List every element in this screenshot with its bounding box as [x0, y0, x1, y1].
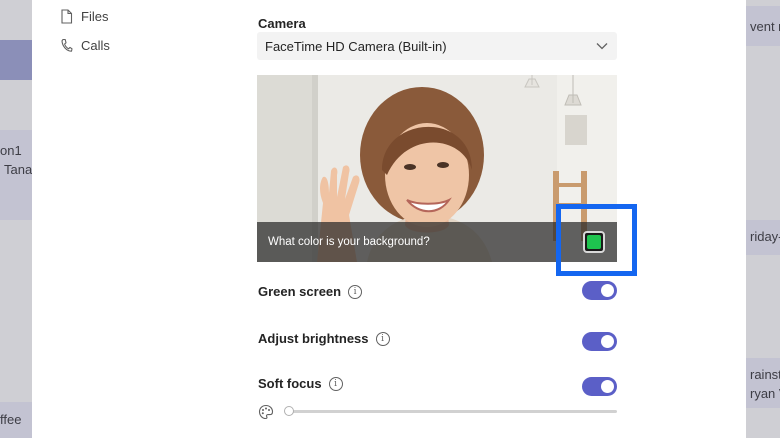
file-icon: [61, 9, 73, 24]
nav-item-calls[interactable]: Calls: [60, 38, 110, 53]
swatch-highlight-box: [556, 204, 637, 276]
adjust-brightness-label: Adjust brightness i: [258, 331, 390, 346]
palette-icon: [258, 404, 274, 420]
toggle-knob: [601, 284, 614, 297]
background-text: rainst: [750, 367, 780, 382]
soft-focus-toggle[interactable]: [582, 377, 617, 396]
soft-focus-text: Soft focus: [258, 376, 322, 391]
green-screen-label: Green screen i: [258, 284, 363, 299]
background-text: vent n: [750, 19, 780, 34]
background-text: Tana: [4, 162, 32, 177]
toggle-knob: [601, 335, 614, 348]
background-app-right: vent n riday- rainst ryan V: [746, 0, 780, 438]
background-color-question: What color is your background?: [268, 236, 430, 248]
nav-item-files[interactable]: Files: [60, 9, 108, 24]
background-text: ffee: [0, 412, 22, 427]
soft-focus-slider-thumb[interactable]: [284, 406, 294, 416]
background-text: on1: [0, 143, 22, 158]
camera-select[interactable]: FaceTime HD Camera (Built-in): [257, 32, 617, 60]
background-text: riday-: [750, 229, 780, 244]
soft-focus-slider-track[interactable]: [288, 410, 617, 413]
info-icon[interactable]: i: [348, 284, 363, 299]
soft-focus-label: Soft focus i: [258, 376, 343, 391]
toggle-knob: [601, 380, 614, 393]
adjust-brightness-text: Adjust brightness: [258, 331, 369, 346]
nav-item-label: Files: [81, 9, 109, 24]
camera-label: Camera: [258, 16, 306, 31]
info-icon[interactable]: i: [328, 376, 343, 391]
chevron-down-icon: [596, 43, 608, 50]
adjust-brightness-toggle[interactable]: [582, 332, 617, 351]
green-screen-toggle[interactable]: [582, 281, 617, 300]
phone-icon: [61, 38, 73, 52]
camera-select-value: FaceTime HD Camera (Built-in): [265, 38, 447, 54]
nav-item-label: Calls: [81, 38, 110, 53]
background-text: ryan V: [750, 386, 780, 401]
info-icon[interactable]: i: [375, 331, 390, 346]
background-app-left: on1 Tana ffee: [0, 0, 32, 438]
background-selected-band: [0, 40, 32, 80]
device-settings-dialog: Files Calls Camera FaceTime HD Camera (B…: [32, 0, 746, 438]
green-screen-text: Green screen: [258, 284, 342, 299]
